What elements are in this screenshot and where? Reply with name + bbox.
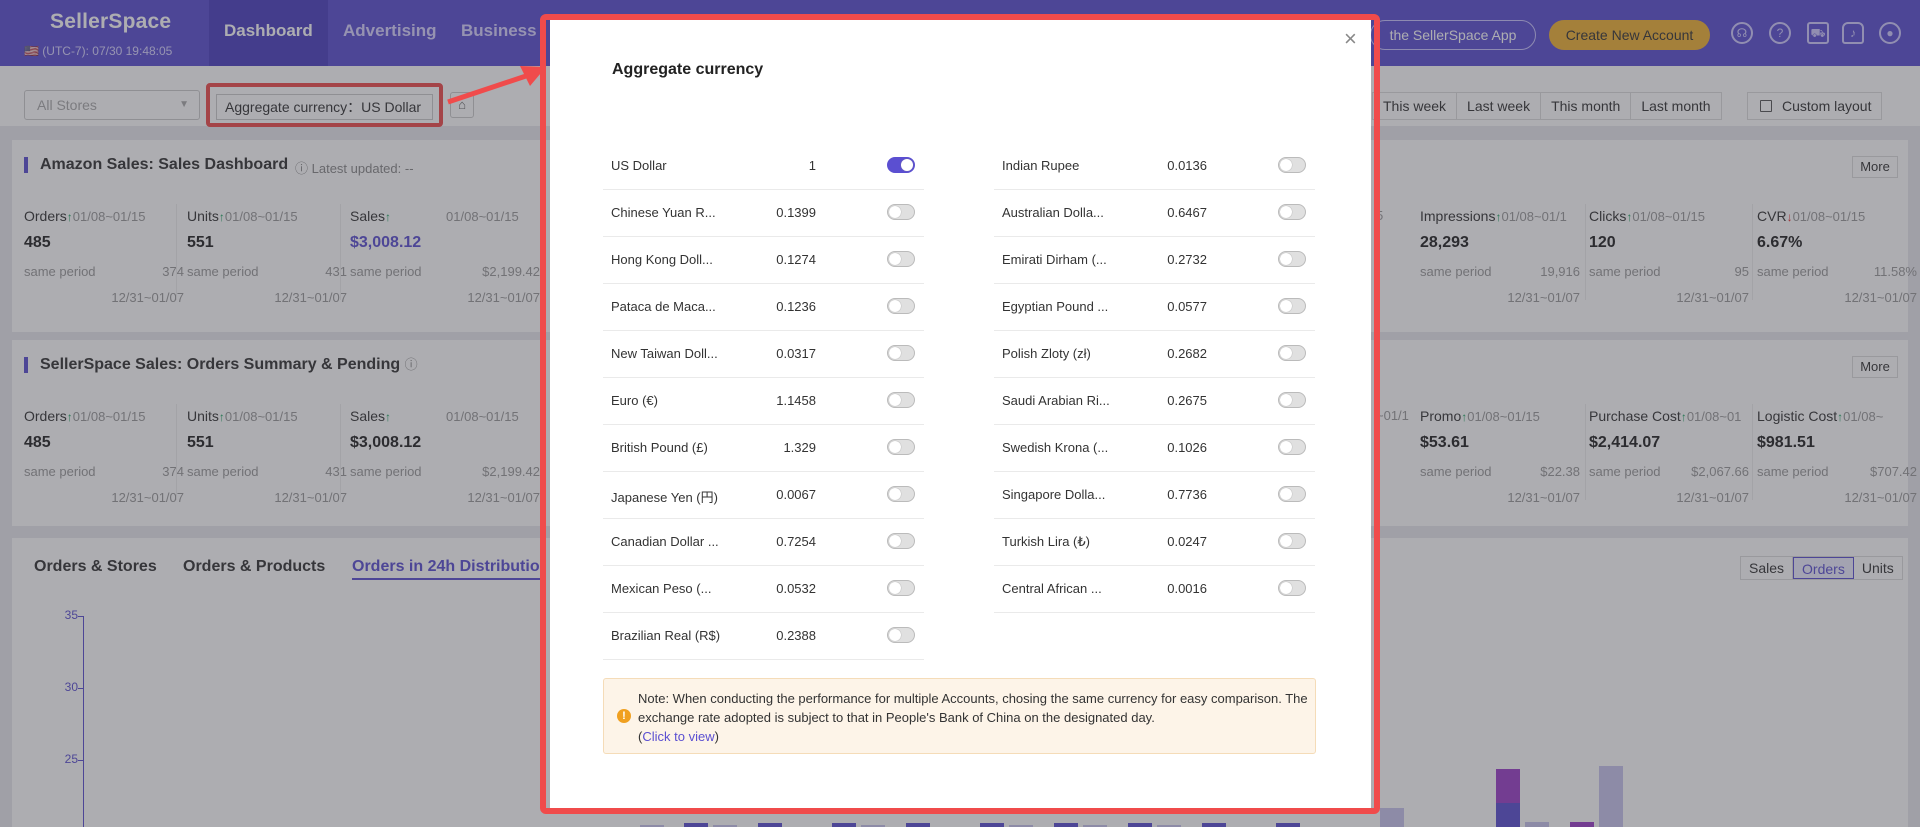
modal-highlight-frame <box>540 14 1380 814</box>
